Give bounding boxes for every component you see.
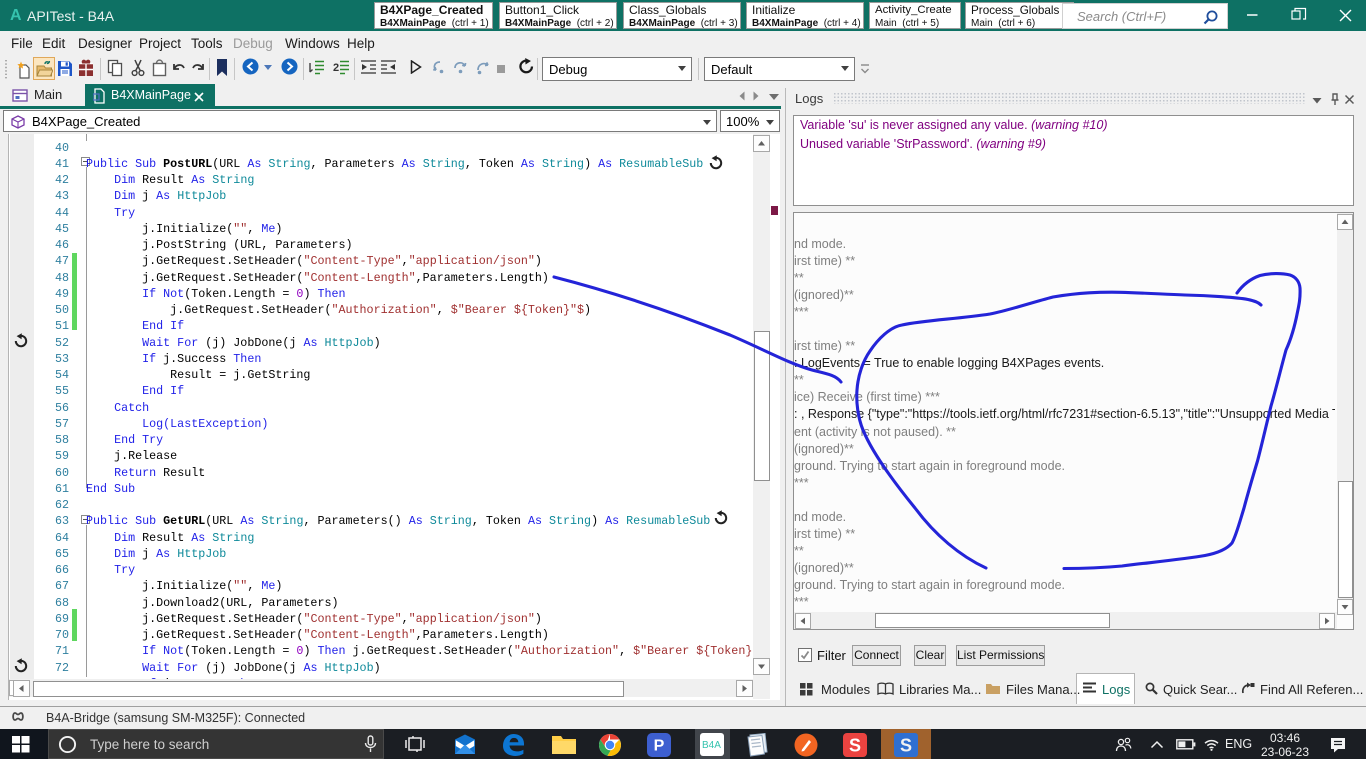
svg-text:S: S [900, 736, 912, 756]
svg-text:2: 2 [333, 62, 339, 74]
svg-text:S: S [849, 736, 861, 756]
svg-text:P: P [654, 738, 665, 755]
